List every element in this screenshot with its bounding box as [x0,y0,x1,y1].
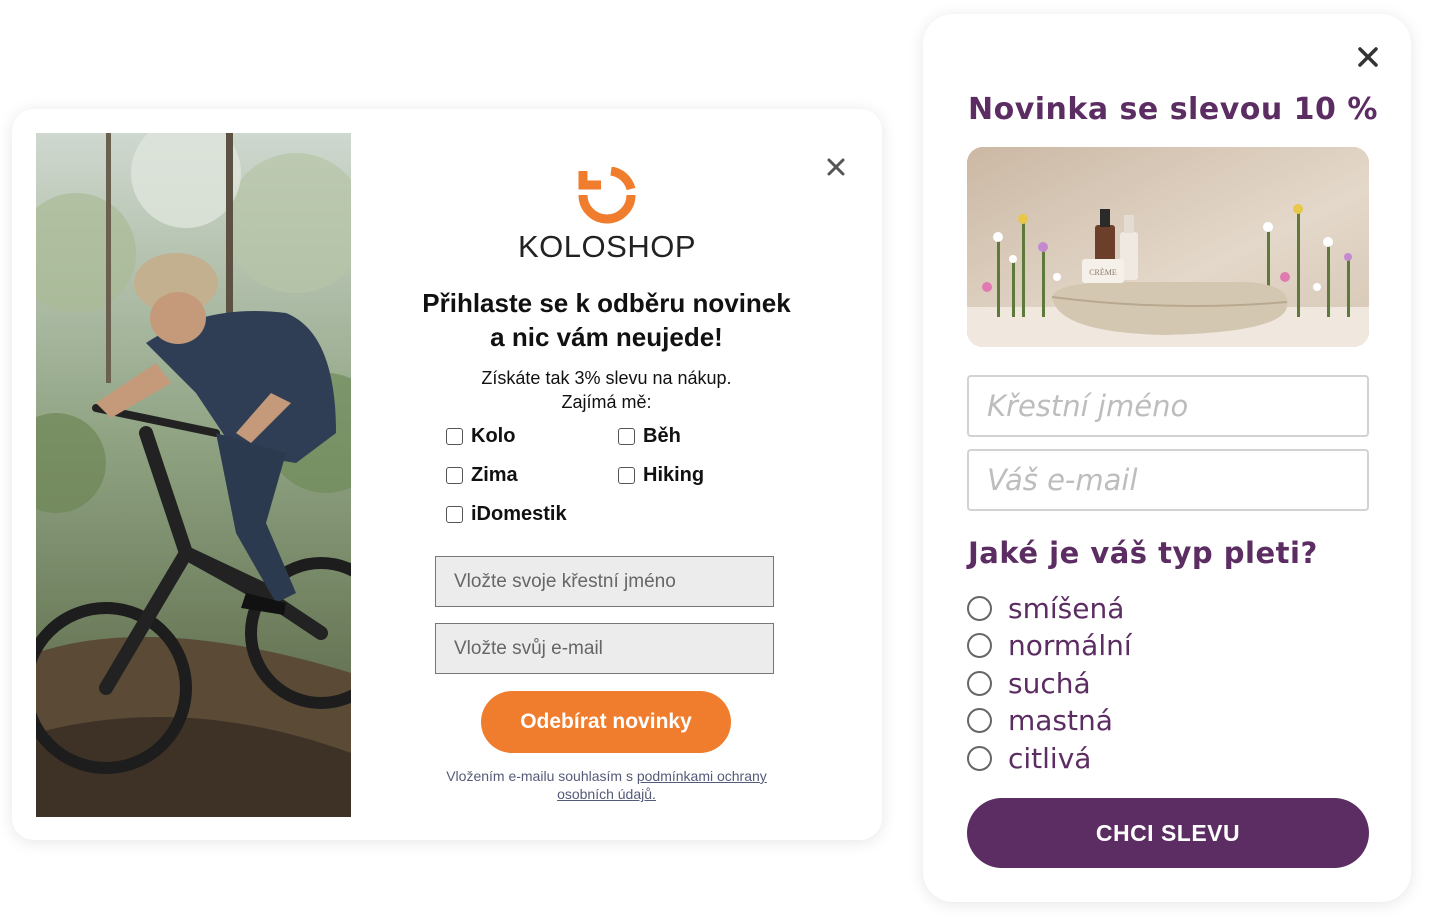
checkbox-icon[interactable] [446,467,463,484]
email-placeholder: Váš e-mail [987,463,1138,497]
checkbox-label: Hiking [643,464,705,486]
checkbox-kolo[interactable]: Kolo [446,425,515,448]
radio-icon[interactable] [967,708,992,733]
consent-prefix: Vložením e-mailu souhlasím s [446,768,637,784]
radio-mastna[interactable]: mastná [967,704,1113,737]
email-placeholder: Vložte svůj e-mail [454,637,603,659]
checkbox-label: Běh [643,425,681,447]
get-discount-button[interactable]: CHCI SLEVU [967,798,1369,868]
radio-icon[interactable] [967,633,992,658]
first-name-input[interactable]: Vložte svoje křestní jméno [435,556,774,607]
checkbox-label: Kolo [471,425,516,447]
headline-line-2: a nic vám neujede! [490,322,723,352]
privacy-link[interactable]: podmínkami ochrany [637,768,767,784]
radio-citliva[interactable]: citlivá [967,742,1091,775]
radio-label: mastná [1008,704,1113,737]
discount-popup: Novinka se slevou 10 % CRÈME Křestní jmé… [923,14,1411,902]
radio-icon[interactable] [967,596,992,621]
checkbox-label: Zima [471,464,518,486]
radio-sucha[interactable]: suchá [967,667,1091,700]
first-name-input[interactable]: Křestní jméno [967,375,1369,437]
checkbox-icon[interactable] [446,428,463,445]
subscribe-button[interactable]: Odebírat novinky [481,691,731,753]
email-input[interactable]: Vložte svůj e-mail [435,623,774,674]
checkbox-hiking[interactable]: Hiking [618,464,704,487]
checkbox-icon[interactable] [618,428,635,445]
cyclist-photo [36,133,351,817]
headline: Přihlaste se k odběru novinek a nic vám … [384,286,829,354]
product-label: CRÈME [1089,267,1117,277]
skin-type-question: Jaké je váš typ pleti? [968,536,1318,570]
first-name-placeholder: Vložte svoje křestní jméno [454,570,676,592]
checkbox-label: iDomestik [471,503,567,525]
consent-text: Vložením e-mailu souhlasím s podmínkami … [404,767,809,803]
radio-icon[interactable] [967,671,992,696]
koloshop-logo: KOLOSHOP [512,166,702,267]
radio-smisena[interactable]: smíšená [967,592,1124,625]
email-input[interactable]: Váš e-mail [967,449,1369,511]
discount-text: Získáte tak 3% slevu na nákup. [481,368,732,388]
checkbox-icon[interactable] [446,506,463,523]
first-name-placeholder: Křestní jméno [987,389,1189,423]
koloshop-newsletter-popup: KOLOSHOP Přihlaste se k odběru novinek a… [12,109,882,840]
interest-checkboxes: Kolo Běh Zima Hiking iDomestik [446,425,766,545]
checkbox-idomestik[interactable]: iDomestik [446,503,567,526]
brand-name: KOLOSHOP [518,229,696,264]
koloshop-logo-icon [578,166,636,224]
radio-normalni[interactable]: normální [967,629,1132,662]
radio-label: smíšená [1008,592,1125,625]
privacy-link-continued[interactable]: osobních údajů. [557,786,656,802]
radio-label: citlivá [1008,742,1092,775]
radio-icon[interactable] [967,746,992,771]
checkbox-zima[interactable]: Zima [446,464,518,487]
subheadline: Získáte tak 3% slevu na nákup. Zajímá mě… [384,366,829,414]
headline-line-1: Přihlaste se k odběru novinek [422,288,791,318]
interests-label: Zajímá mě: [561,392,652,412]
product-image: CRÈME [967,147,1369,347]
checkbox-beh[interactable]: Běh [618,425,681,448]
radio-label: normální [1008,629,1132,662]
checkbox-icon[interactable] [618,467,635,484]
close-icon[interactable] [824,155,848,179]
close-icon[interactable] [1357,46,1379,68]
popup-title: Novinka se slevou 10 % [968,92,1378,127]
radio-label: suchá [1008,667,1091,700]
